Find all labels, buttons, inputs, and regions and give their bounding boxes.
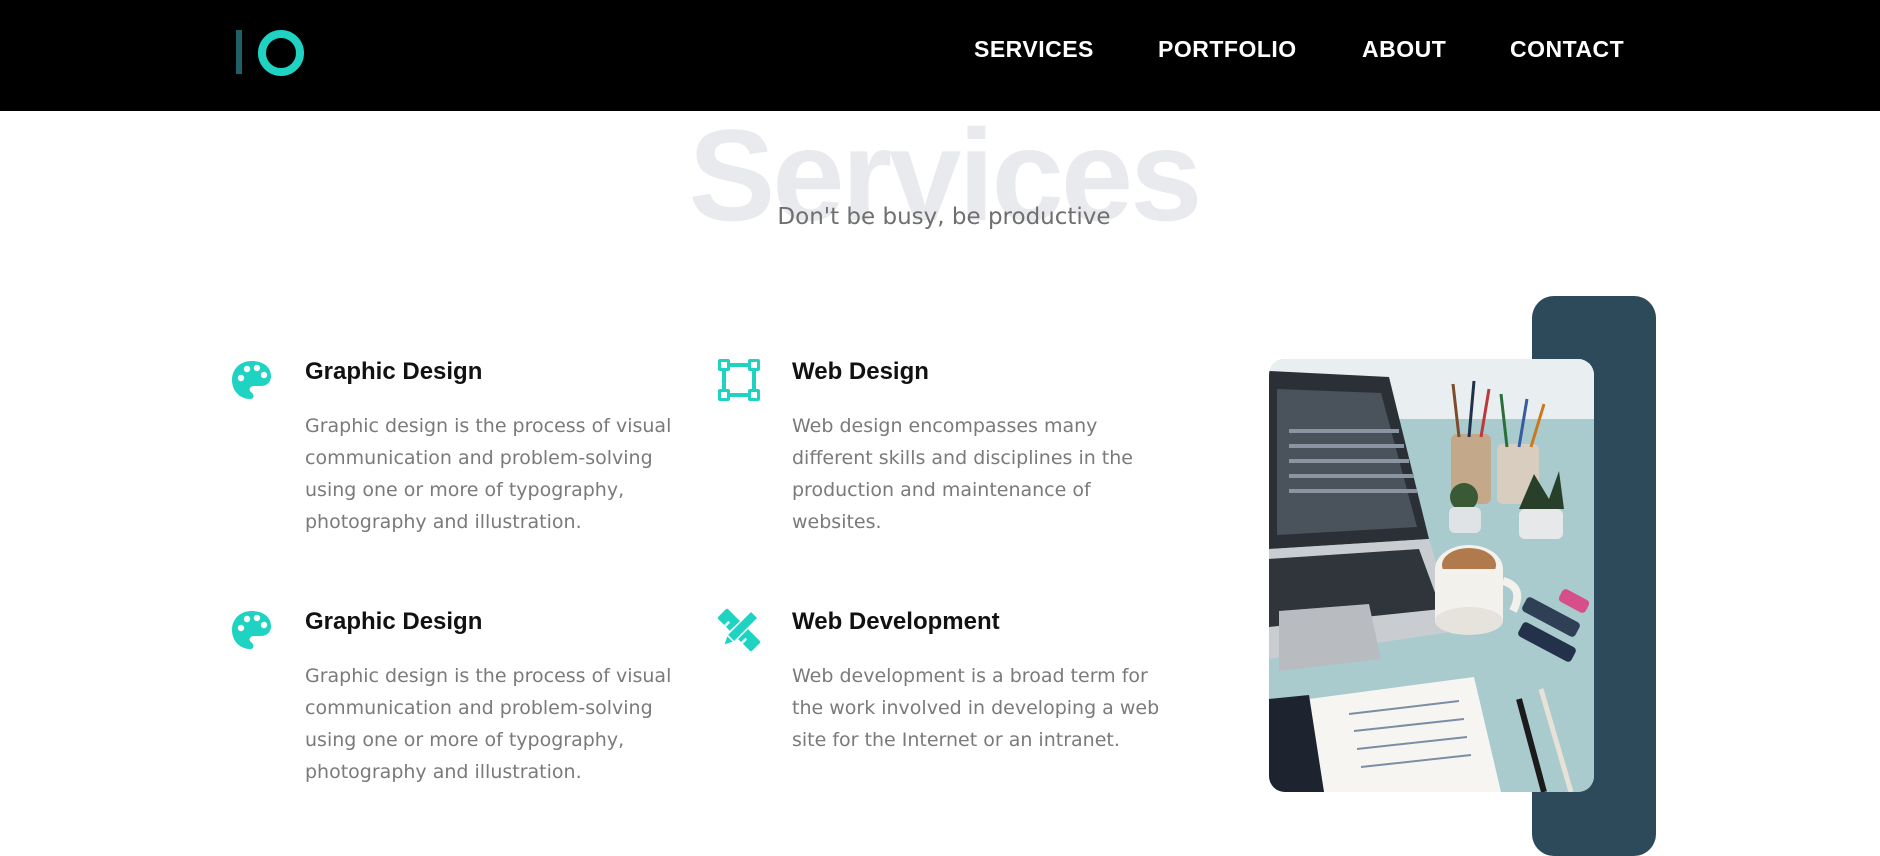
nav-link-about[interactable]: ABOUT	[1362, 36, 1446, 63]
nav-link-portfolio[interactable]: PORTFOLIO	[1158, 36, 1297, 63]
service-description: Graphic design is the process of visual …	[305, 665, 672, 783]
nav-link-services[interactable]: SERVICES	[974, 36, 1094, 63]
service-title: Graphic Design	[305, 608, 483, 635]
service-description: Web development is a broad term for the …	[792, 665, 1160, 751]
workspace-photo	[1269, 359, 1594, 792]
pencil-ruler-icon	[717, 608, 761, 652]
palette-icon	[230, 608, 274, 652]
service-title: Web Design	[792, 358, 929, 385]
vector-square-icon	[717, 358, 761, 402]
service-description: Web design encompasses many different sk…	[792, 415, 1133, 533]
main-nav: SERVICES PORTFOLIO ABOUT CONTACT	[0, 0, 1880, 101]
service-description: Graphic design is the process of visual …	[305, 415, 672, 533]
section-subtitle: Don't be busy, be productive	[777, 204, 1111, 230]
navbar: SERVICES PORTFOLIO ABOUT CONTACT	[0, 0, 1880, 111]
palette-icon	[230, 358, 274, 402]
service-title: Graphic Design	[305, 358, 483, 385]
service-title: Web Development	[792, 608, 1000, 635]
nav-link-contact[interactable]: CONTACT	[1510, 36, 1624, 63]
